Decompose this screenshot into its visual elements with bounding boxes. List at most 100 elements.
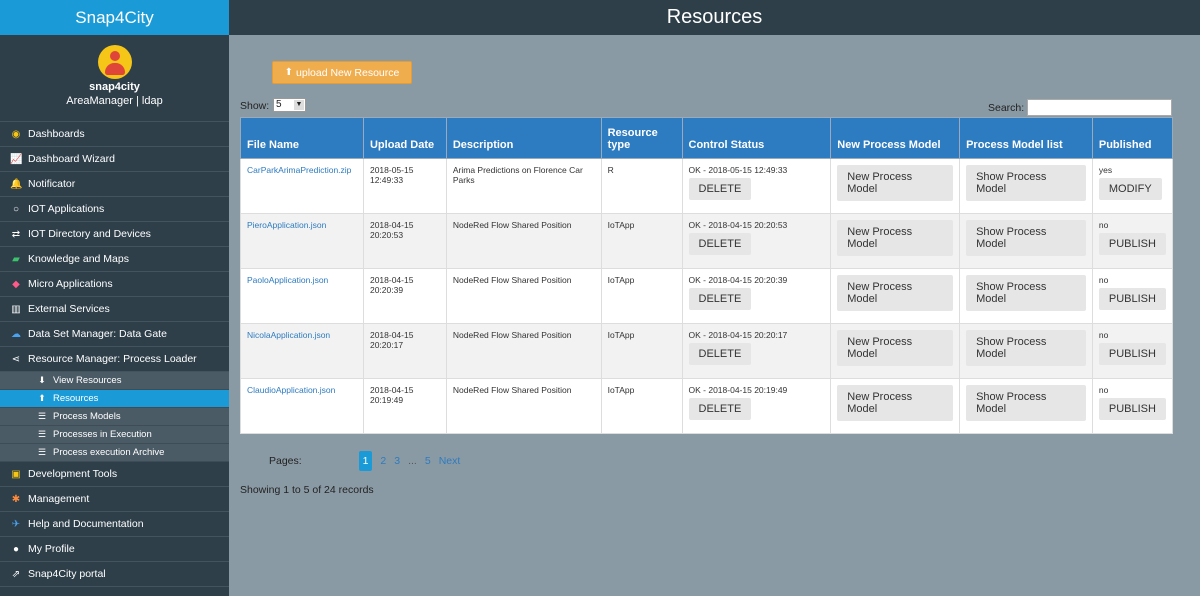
- publish-action-button[interactable]: PUBLISH: [1098, 398, 1166, 420]
- nav-item-dashboards[interactable]: ◉ Dashboards: [0, 122, 229, 147]
- nav-item-resources[interactable]: ⬆ Resources: [0, 390, 229, 408]
- nav-item-iot-directory-and-devices[interactable]: ⇄ IOT Directory and Devices: [0, 222, 229, 247]
- page-link-5[interactable]: 5: [425, 455, 431, 467]
- new-process-model-button[interactable]: New Process Model: [837, 275, 954, 311]
- show-process-model-button[interactable]: Show Process Model: [966, 220, 1086, 256]
- published-status: no: [1098, 385, 1109, 395]
- page-link-2[interactable]: 2: [380, 455, 386, 467]
- show-process-model-button[interactable]: Show Process Model: [966, 385, 1086, 421]
- nav-item-external-services[interactable]: ▥ External Services: [0, 297, 229, 322]
- column-header[interactable]: Description: [445, 117, 602, 159]
- new-process-model-cell: New Process Model: [830, 323, 961, 379]
- delete-button[interactable]: DELETE: [688, 343, 752, 365]
- show-process-model-button[interactable]: Show Process Model: [966, 165, 1086, 201]
- file-name-cell: CarParkArimaPrediction.zip: [240, 158, 364, 214]
- nav-item-processes-in-execution[interactable]: ☰ Processes in Execution: [0, 426, 229, 444]
- nav-item-management[interactable]: ✱ Management: [0, 487, 229, 512]
- nav-item-iot-applications[interactable]: ○ IOT Applications: [0, 197, 229, 222]
- upload-icon: ⬆: [38, 393, 46, 403]
- publish-action-button[interactable]: PUBLISH: [1098, 288, 1166, 310]
- upload-date-cell: 2018-04-15 20:20:39: [362, 268, 447, 324]
- nav-item-label: Snap4City portal: [28, 568, 106, 580]
- status-text: OK - 2018-04-15 20:20:39: [688, 275, 788, 285]
- file-name-cell: PieroApplication.json: [240, 213, 364, 269]
- new-process-model-button[interactable]: New Process Model: [837, 385, 954, 421]
- show-process-model-button[interactable]: Show Process Model: [966, 275, 1086, 311]
- page-size-select[interactable]: 5 ▼: [273, 98, 306, 112]
- new-process-model-cell: New Process Model: [830, 268, 961, 324]
- nav-item-knowledge-and-maps[interactable]: ▰ Knowledge and Maps: [0, 247, 229, 272]
- search-input[interactable]: [1027, 99, 1172, 116]
- control-status-cell: OK - 2018-04-15 20:20:17 DELETE: [681, 323, 832, 379]
- page-link-3[interactable]: 3: [394, 455, 400, 467]
- column-header[interactable]: File Name: [240, 117, 364, 159]
- delete-button[interactable]: DELETE: [688, 178, 752, 200]
- column-header[interactable]: Control Status: [681, 117, 832, 159]
- nav-item-data-set-manager-data-gate[interactable]: ☁ Data Set Manager: Data Gate: [0, 322, 229, 347]
- nav-item-label: View Resources: [53, 375, 122, 386]
- new-process-model-button[interactable]: New Process Model: [837, 220, 954, 256]
- file-link[interactable]: PieroApplication.json: [247, 220, 326, 230]
- nav-item-view-resources[interactable]: ⬇ View Resources: [0, 372, 229, 390]
- published-cell: no PUBLISH: [1091, 213, 1174, 269]
- file-link[interactable]: ClaudioApplication.json: [247, 385, 335, 395]
- next-page-link[interactable]: Next: [439, 455, 461, 467]
- nav-item-label: Data Set Manager: Data Gate: [28, 328, 167, 340]
- description-cell: Arima Predictions on Florence Car Parks: [445, 158, 602, 214]
- description-cell: NodeRed Flow Shared Position: [445, 213, 602, 269]
- file-link[interactable]: CarParkArimaPrediction.zip: [247, 165, 351, 175]
- column-header[interactable]: Process Model list: [959, 117, 1093, 159]
- column-header[interactable]: Published: [1091, 117, 1174, 159]
- process-model-list-cell: Show Process Model: [959, 323, 1093, 379]
- nav-item-process-models[interactable]: ☰ Process Models: [0, 408, 229, 426]
- nav-item-my-profile[interactable]: ● My Profile: [0, 537, 229, 562]
- description-cell: NodeRed Flow Shared Position: [445, 323, 602, 379]
- nav-item-label: IOT Applications: [28, 203, 105, 215]
- status-text: OK - 2018-04-15 20:19:49: [688, 385, 788, 395]
- nav-item-development-tools[interactable]: ▣ Development Tools: [0, 462, 229, 487]
- nav-item-label: Help and Documentation: [28, 518, 144, 530]
- publish-action-button[interactable]: PUBLISH: [1098, 343, 1166, 365]
- publish-action-button[interactable]: MODIFY: [1098, 178, 1162, 200]
- new-process-model-button[interactable]: New Process Model: [837, 330, 954, 366]
- published-status: no: [1098, 275, 1109, 285]
- published-status: no: [1098, 330, 1109, 340]
- delete-button[interactable]: DELETE: [688, 233, 752, 255]
- previous-page-link[interactable]: Previous: [310, 455, 351, 467]
- column-header[interactable]: Resource type: [600, 117, 683, 159]
- nav-item-resource-manager-process-loader[interactable]: ⋖ Resource Manager: Process Loader: [0, 347, 229, 372]
- nav-item-label: Resource Manager: Process Loader: [28, 353, 197, 365]
- nav-item-label: Dashboard Wizard: [28, 153, 115, 165]
- list-icon: ☰: [37, 447, 47, 457]
- current-page[interactable]: 1: [358, 451, 373, 471]
- avatar-icon: [97, 45, 132, 79]
- nav-item-label: IOT Directory and Devices: [28, 228, 151, 240]
- process-model-list-cell: Show Process Model: [959, 268, 1093, 324]
- nav-item-dashboard-wizard[interactable]: 📈 Dashboard Wizard: [0, 147, 229, 172]
- show-process-model-button[interactable]: Show Process Model: [966, 330, 1086, 366]
- nav-item-micro-applications[interactable]: ◆ Micro Applications: [0, 272, 229, 297]
- file-name-cell: PaoloApplication.json: [240, 268, 364, 324]
- delete-button[interactable]: DELETE: [688, 398, 752, 420]
- new-process-model-cell: New Process Model: [830, 213, 961, 269]
- upload-date-cell: 2018-04-15 20:20:17: [362, 323, 447, 379]
- description-cell: NodeRed Flow Shared Position: [445, 268, 602, 324]
- process-model-list-cell: Show Process Model: [959, 378, 1093, 434]
- external-link-icon: ⇗: [11, 568, 21, 580]
- nav-item-label: My Profile: [28, 543, 75, 555]
- publish-action-button[interactable]: PUBLISH: [1098, 233, 1166, 255]
- column-header[interactable]: Upload Date: [362, 117, 447, 159]
- file-link[interactable]: PaoloApplication.json: [247, 275, 328, 285]
- brand-title[interactable]: Snap4City: [0, 0, 229, 35]
- nav-item-snap4city-portal[interactable]: ⇗ Snap4City portal: [0, 562, 229, 587]
- file-name-cell: ClaudioApplication.json: [240, 378, 364, 434]
- upload-resource-button[interactable]: ⬆ upload New Resource: [272, 61, 412, 84]
- file-link[interactable]: NicolaApplication.json: [247, 330, 330, 340]
- delete-button[interactable]: DELETE: [688, 288, 752, 310]
- column-header[interactable]: New Process Model: [830, 117, 961, 159]
- nav-item-notificator[interactable]: 🔔 Notificator: [0, 172, 229, 197]
- new-process-model-button[interactable]: New Process Model: [837, 165, 954, 201]
- nav-item-help-and-documentation[interactable]: ✈ Help and Documentation: [0, 512, 229, 537]
- nav-item-process-execution-archive[interactable]: ☰ Process execution Archive: [0, 444, 229, 462]
- chevron-down-icon: ▼: [294, 100, 304, 110]
